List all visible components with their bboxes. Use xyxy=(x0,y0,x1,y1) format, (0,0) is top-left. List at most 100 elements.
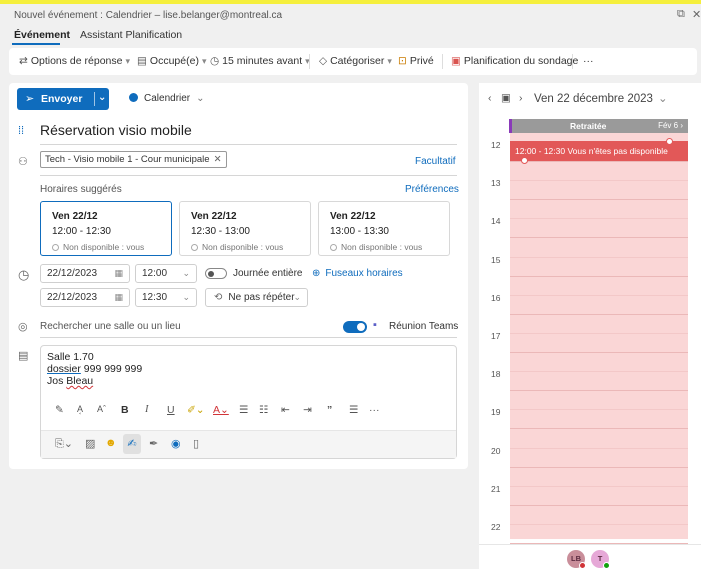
retraitee-header[interactable]: Retraitée Fév 6 › xyxy=(510,119,688,133)
suggested-times-label: Horaires suggérés xyxy=(40,184,122,195)
retraitee-marker xyxy=(509,119,512,133)
more-options-button[interactable]: ··· xyxy=(583,55,594,67)
send-button[interactable]: ➢ Envoyer ⌄ xyxy=(17,88,109,110)
repeat-dropdown[interactable]: ⟲ Ne pas répéter ⌄ xyxy=(205,288,308,307)
format-painter-icon[interactable]: ✎ xyxy=(55,404,64,416)
half-hour-gridline xyxy=(510,371,688,373)
private-button[interactable]: ⊡ Privé xyxy=(398,55,434,67)
popout-icon[interactable]: ⧉ xyxy=(677,8,685,21)
status-button[interactable]: ▤ Occupé(e) ▾ xyxy=(137,55,206,67)
window-title: Nouvel événement : Calendrier – lise.bel… xyxy=(14,10,283,21)
calendar-day-grid[interactable]: 12 13 14 15 16 17 18 19 20 21 22 Retraitée Fév 6 ›… xyxy=(479,119,701,544)
calendar-icon: ▦ xyxy=(114,292,123,302)
tab-bar: Événement Assistant Planification xyxy=(0,26,701,46)
remove-attendee-icon[interactable]: ✕ xyxy=(214,154,222,165)
response-options-button[interactable]: ⇄ Options de réponse ▾ xyxy=(19,55,130,67)
unavailable-icon xyxy=(52,244,59,251)
previous-day-icon[interactable]: ‹ xyxy=(488,92,492,104)
location-input[interactable]: Rechercher une salle ou un lieu xyxy=(40,321,181,332)
bold-icon[interactable]: B xyxy=(121,404,129,416)
tab-event[interactable]: Événement xyxy=(14,29,70,41)
today-icon[interactable]: ▣ xyxy=(501,92,511,104)
reminder-button[interactable]: ◷ 15 minutes avant ▾ xyxy=(210,55,310,67)
font-color-icon[interactable]: A⌄ xyxy=(213,404,229,416)
numbering-icon[interactable]: ☷ xyxy=(259,404,268,416)
half-hour-gridline xyxy=(510,409,688,411)
timezones-link[interactable]: ⊕ Fuseaux horaires xyxy=(312,268,403,279)
insert-toolbar: ⎘⌄ ▨ ☻ ✍ ✒ ◉ ▯ xyxy=(41,430,456,458)
attendee-chip[interactable]: Tech - Visio mobile 1 - Cour municipale ✕ xyxy=(40,151,227,168)
event-resize-handle-bottom[interactable] xyxy=(521,157,528,164)
half-hour-gridline xyxy=(510,485,688,487)
image-icon[interactable]: ▨ xyxy=(85,437,95,450)
unavailable-icon xyxy=(191,244,198,251)
status-icon: ▤ xyxy=(137,55,147,67)
chevron-down-icon: ⌄ xyxy=(196,93,205,104)
hour-label: 18 xyxy=(491,369,501,380)
half-hour-gridline xyxy=(510,333,688,334)
status-badge xyxy=(603,562,610,569)
title-icon: ⁞⁞ xyxy=(18,125,25,137)
send-icon: ➢ xyxy=(25,93,35,105)
suggestion-card[interactable]: Ven 22/12 13:00 - 13:30 Non disponible :… xyxy=(318,201,450,256)
font-size-decrease-icon[interactable]: A͔ xyxy=(77,404,83,414)
event-resize-handle-top[interactable] xyxy=(666,138,673,145)
close-icon[interactable]: ✕ xyxy=(692,8,701,21)
teams-meeting-toggle[interactable] xyxy=(343,321,367,333)
signature-icon[interactable]: ✒ xyxy=(149,437,158,450)
optional-attendees-link[interactable]: Facultatif xyxy=(415,156,456,167)
end-date-field[interactable]: 22/12/2023 ▦ xyxy=(40,288,130,307)
chevron-down-icon: ⌄ xyxy=(182,292,190,302)
teams-meeting-label: Réunion Teams xyxy=(389,321,459,332)
body-editor[interactable]: Salle 1.70 dossier 999 999 999 Jos Bleau… xyxy=(40,345,457,459)
template-icon[interactable]: ▯ xyxy=(193,437,199,450)
align-icon[interactable]: ☰ xyxy=(349,404,358,416)
draw-icon[interactable]: ✍ xyxy=(123,434,141,454)
quote-icon[interactable]: ” xyxy=(327,404,332,416)
next-day-icon[interactable]: › xyxy=(519,92,523,104)
new-event-block[interactable]: 12:00 - 12:30 Vous n'êtes pas disponible xyxy=(510,141,688,161)
bullets-icon[interactable]: ☰ xyxy=(239,404,248,416)
calendar-selector[interactable]: Calendrier ⌄ xyxy=(129,93,205,104)
hour-gridline xyxy=(510,237,688,239)
hour-label: 16 xyxy=(491,292,501,303)
increase-indent-icon[interactable]: ⇥ xyxy=(303,404,312,416)
start-date-field[interactable]: 22/12/2023 ▦ xyxy=(40,264,130,283)
chevron-down-icon: ▾ xyxy=(201,56,207,66)
avatar[interactable]: LB xyxy=(567,550,586,569)
poll-button[interactable]: ▣ Planification du sondage xyxy=(451,55,578,67)
attendees-icon: ⚇ xyxy=(18,156,28,168)
highlight-icon[interactable]: ✐⌄ xyxy=(187,404,205,416)
unavailable-area xyxy=(510,119,688,539)
underline-icon[interactable]: U xyxy=(167,404,175,416)
send-dropdown-icon[interactable]: ⌄ xyxy=(98,92,106,103)
event-title-input[interactable]: Réservation visio mobile xyxy=(40,122,192,138)
avatar[interactable]: T xyxy=(591,550,610,569)
hour-gridline xyxy=(510,275,688,277)
half-hour-gridline xyxy=(510,294,688,296)
italic-icon[interactable]: I xyxy=(145,404,149,415)
attach-icon[interactable]: ⎘⌄ xyxy=(55,437,73,451)
more-format-icon[interactable]: ··· xyxy=(369,404,380,416)
teams-icon: ▪ xyxy=(373,319,377,331)
font-size-increase-icon[interactable]: Aˆ xyxy=(97,404,106,414)
hour-label: 20 xyxy=(491,445,501,456)
body-line: dossier 999 999 999 xyxy=(47,363,143,375)
all-day-toggle[interactable] xyxy=(205,268,227,279)
title-bar: Nouvel événement : Calendrier – lise.bel… xyxy=(0,4,701,26)
suggestion-card[interactable]: Ven 22/12 12:00 - 12:30 Non disponible :… xyxy=(40,201,172,256)
decrease-indent-icon[interactable]: ⇤ xyxy=(281,404,290,416)
tab-scheduling-assistant[interactable]: Assistant Planification xyxy=(80,29,182,41)
preferences-link[interactable]: Préférences xyxy=(405,184,459,195)
suggestion-card[interactable]: Ven 22/12 12:30 - 13:00 Non disponible :… xyxy=(179,201,311,256)
calendar-color-dot xyxy=(129,93,138,102)
loop-icon[interactable]: ◉ xyxy=(171,437,181,450)
end-time-field[interactable]: 12:30 ⌄ xyxy=(135,288,197,307)
categorize-button[interactable]: ◇ Catégoriser ▾ xyxy=(319,55,392,67)
calendar-date-picker[interactable]: Ven 22 décembre 2023 ⌄ xyxy=(534,91,668,105)
hour-gridline xyxy=(510,313,688,315)
start-time-field[interactable]: 12:00 ⌄ xyxy=(135,264,197,283)
title-underline xyxy=(40,144,457,145)
hour-gridline xyxy=(510,428,688,430)
emoji-icon[interactable]: ☻ xyxy=(105,437,117,449)
